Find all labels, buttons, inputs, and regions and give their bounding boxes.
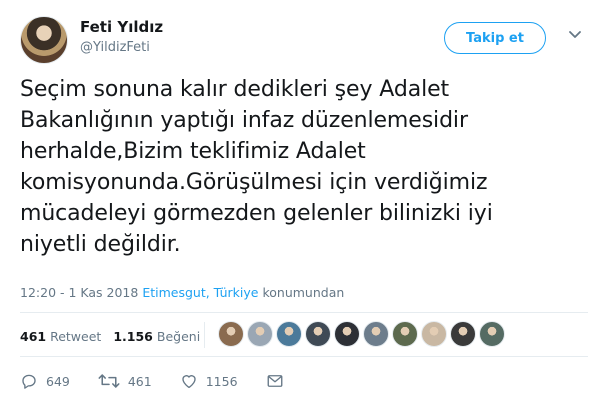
timestamp[interactable]: 12:20 - 1 Kas 2018 [20,285,138,300]
tweet-line: niyetli değildir. [20,232,181,257]
liker-avatar-5[interactable] [334,321,360,347]
stats-separator [204,322,205,348]
tweet-line: herhalde,Bizim teklifimiz Adalet [20,139,366,164]
retweet-count: 461 [127,373,152,389]
liker-avatar-3[interactable] [276,321,302,347]
liker-avatar-8[interactable] [421,321,447,347]
retweet-stat-count[interactable]: 461 [20,329,46,344]
liker-avatar-2[interactable] [247,321,273,347]
like-stat-count[interactable]: 1.156 [113,329,153,344]
like-stat-label[interactable]: Beğeni [157,329,200,344]
chevron-down-icon[interactable] [566,26,584,44]
divider [20,312,588,313]
liker-avatar-6[interactable] [363,321,389,347]
retweet-stat-label[interactable]: Retweet [50,329,101,344]
avatar[interactable] [20,16,68,64]
like-count: 1156 [205,373,238,389]
reply-count: 649 [46,373,70,389]
heart-icon [182,375,196,389]
reply-icon [22,374,36,389]
tweet-header: Feti Yıldız @YildizFeti Takip et [20,12,588,64]
location-link[interactable]: Etimesgut, Türkiye [142,285,258,300]
retweet-icon [98,374,120,388]
tweet-line: mücadeleyi görmezden gelenler bilinizki … [20,201,493,226]
tweet-line: Seçim sonuna kalır dedikleri şey Adalet [20,77,450,102]
liker-avatar-4[interactable] [305,321,331,347]
user-handle[interactable]: @YildizFeti [80,40,150,55]
tweet-line: komisyonunda.Görüşülmesi için verdiğimiz [20,170,488,195]
reply-button[interactable]: 649 [20,372,70,390]
tweet-line: Bakanlığının yaptığı infaz düzenlemesidi… [20,108,468,133]
liker-avatar-1[interactable] [218,321,244,347]
liker-avatar-7[interactable] [392,321,418,347]
follow-button[interactable]: Takip et [444,22,546,54]
tweet-stats: 461 Retweet 1.156 Beğeni [20,322,212,350]
liker-avatars [218,321,508,347]
retweet-button[interactable]: 461 [98,372,152,390]
liker-avatar-10[interactable] [479,321,505,347]
location-suffix: konumundan [262,285,345,300]
divider [20,356,588,357]
like-button[interactable]: 1156 [180,372,238,390]
tweet-meta: 12:20 - 1 Kas 2018 Etimesgut, Türkiye ko… [20,285,344,300]
tweet-actions: 649 461 1156 [20,372,320,390]
display-name[interactable]: Feti Yıldız [80,18,163,36]
direct-message-button[interactable] [266,372,292,390]
tweet-text: Seçim sonuna kalır dedikleri şey Adalet B… [20,74,580,260]
liker-avatar-9[interactable] [450,321,476,347]
envelope-icon [267,375,282,387]
